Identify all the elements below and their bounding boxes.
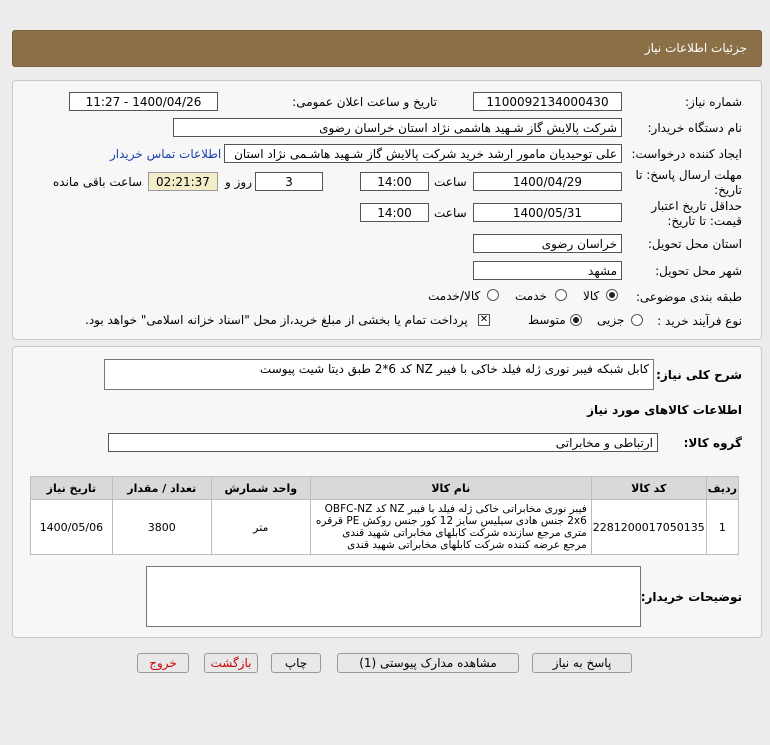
group-field: ارتباطی و مخابراتی <box>108 433 658 452</box>
reply-deadline-label: مهلت ارسال پاسخ: تا تاریخ: <box>635 168 742 197</box>
need-number-label: شماره نیاز: <box>685 95 742 109</box>
view-documents-button[interactable]: مشاهده مدارک پیوستی (1) <box>337 653 519 673</box>
announce-field: 1400/04/26 - 11:27 <box>69 92 218 111</box>
cell-name: فیبر نوری مخابراتی خاکی ژله فیلد با فیبر… <box>309 499 592 555</box>
buyer-org-label: نام دستگاه خریدار: <box>647 121 743 135</box>
process-option-medium: متوسط <box>528 313 566 327</box>
reply-time-field: 14:00 <box>360 172 429 191</box>
col-name: نام کالا <box>309 476 592 500</box>
requester-field: علی توحیدیان مامور ارشد خرید شرکت پالایش… <box>224 144 622 163</box>
col-date: تاریخ نیاز <box>30 476 113 500</box>
category-option-goods-service: کالا/خدمت <box>428 289 481 303</box>
col-unit: واحد شمارش <box>210 476 311 500</box>
cell-date: 1400/05/06 <box>30 499 113 555</box>
page-title: جزئیات اطلاعات نیاز <box>644 41 747 55</box>
process-radio-medium[interactable] <box>570 314 582 326</box>
province-field: خراسان رضوی <box>473 234 622 253</box>
col-qty: تعداد / مقدار <box>111 476 212 500</box>
validity-time-label: ساعت <box>434 206 467 220</box>
requester-label: ایجاد کننده درخواست: <box>631 147 742 161</box>
city-label: شهر محل تحویل: <box>655 264 742 278</box>
cell-unit: متر <box>210 499 311 555</box>
col-row: ردیف <box>705 476 740 500</box>
goods-table: ردیف کد کالا نام کالا واحد شمارش تعداد /… <box>30 476 740 555</box>
cell-name-line: متری مرجع سازنده شرکت کابلهای مخابراتی ش… <box>342 527 587 539</box>
cell-code: 2281200017050135 <box>590 499 707 555</box>
announce-label: تاریخ و ساعت اعلان عمومی: <box>292 95 437 109</box>
col-code: کد کالا <box>590 476 707 500</box>
need-number-field: 1100092134000430 <box>473 92 622 111</box>
validity-time-field: 14:00 <box>360 203 429 222</box>
summary-label: شرح کلی نیاز: <box>656 368 742 382</box>
exit-button[interactable]: خروج <box>137 653 189 673</box>
category-option-service: خدمت <box>515 289 547 303</box>
days-field: 3 <box>255 172 323 191</box>
process-radio-minor[interactable] <box>631 314 643 326</box>
city-field: مشهد <box>473 261 622 280</box>
buyer-org-field: شرکت پالایش گاز شـهید هاشمی نژاد استان خ… <box>173 118 622 137</box>
category-radio-goods-service[interactable] <box>487 289 499 301</box>
reply-date-field: 1400/04/29 <box>473 172 622 191</box>
page-header: جزئیات اطلاعات نیاز <box>12 30 762 67</box>
payment-checkbox[interactable]: ✕ <box>478 314 490 326</box>
cell-name-line: 2x6 جنس هادی سیلیس سایز 12 کور جنس روکش … <box>315 515 587 527</box>
category-radio-goods[interactable] <box>606 289 618 301</box>
payment-note: پرداخت تمام یا بخشی از مبلغ خرید،از محل … <box>85 313 468 327</box>
process-label: نوع فرآیند خرید : <box>657 314 742 328</box>
summary-field: کابل شبکه فیبر نوری ژله فیلد خاکی با فیب… <box>104 359 654 390</box>
table-row: 1 2281200017050135 فیبر نوری مخابراتی خا… <box>30 499 740 555</box>
group-label: گروه کالا: <box>683 436 742 450</box>
province-label: استان محل تحویل: <box>647 237 742 251</box>
buyer-notes-label: توضیحات خریدار: <box>640 590 742 604</box>
cell-qty: 3800 <box>111 499 212 555</box>
validity-label: حداقل تاریخ اعتبار قیمت: تا تاریخ: <box>651 199 742 228</box>
days-label: روز و <box>225 175 252 189</box>
cell-name-line: مرجع عرضه کننده شرکت کابلهای مخابراتی شه… <box>347 539 587 551</box>
reply-time-label: ساعت <box>434 175 467 189</box>
category-radio-service[interactable] <box>555 289 567 301</box>
contact-buyer-link[interactable]: اطلاعات تماس خریدار <box>110 147 221 161</box>
back-button[interactable]: بازگشت <box>204 653 258 673</box>
cell-row: 1 <box>705 499 740 555</box>
print-button[interactable]: چاپ <box>271 653 321 673</box>
goods-info-title: اطلاعات کالاهای مورد نیاز <box>587 403 742 417</box>
cell-name-line: فیبر نوری مخابراتی خاکی ژله فیلد با فیبر… <box>324 503 587 515</box>
remaining-label: ساعت باقی مانده <box>53 175 143 189</box>
validity-date-field: 1400/05/31 <box>473 203 622 222</box>
category-label: طبقه بندی موضوعی: <box>635 290 742 304</box>
process-option-minor: جزیی <box>597 313 625 327</box>
category-option-goods: کالا <box>583 289 600 303</box>
buyer-notes-field <box>146 566 641 627</box>
reply-button[interactable]: پاسخ به نیاز <box>532 653 632 673</box>
remaining-time-field: 02:21:37 <box>148 172 218 191</box>
